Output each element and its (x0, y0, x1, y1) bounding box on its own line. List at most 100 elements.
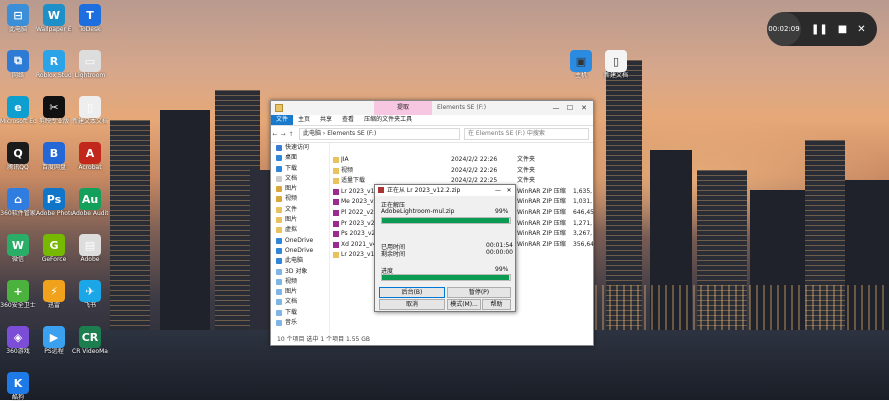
folder-icon (276, 155, 282, 162)
nav-item[interactable]: 视频 (271, 194, 329, 204)
pause-button[interactable]: 暂停(P) (447, 287, 511, 298)
dialog-title: 正在从 Lr 2023_v12.2.zip (387, 187, 461, 194)
folder-icon (276, 268, 282, 275)
search-input[interactable]: 在 Elements SE (F:) 中搜索 (464, 128, 589, 140)
desktop-icon[interactable]: RRoblox Studio (36, 50, 72, 79)
app-icon: ⊟ (7, 4, 29, 26)
desktop-icon[interactable]: ▭ Lightroom (72, 50, 108, 79)
desktop-icon-label: 飞书 (83, 302, 96, 309)
nav-item[interactable]: 视频 (271, 277, 329, 287)
status-bar: 10 个项目 选中 1 个项目 1.55 GB (277, 336, 371, 343)
app-icon: Q (7, 142, 29, 164)
nav-item[interactable]: 图片 (271, 184, 329, 194)
file-size: 1,031, (573, 198, 593, 206)
desktop-icon[interactable]: ⌂ 360软件管家 (0, 188, 36, 217)
ribbon-tab[interactable]: 文件 (271, 115, 294, 125)
desktop-icon[interactable]: ▤ Adobe (72, 234, 108, 263)
desktop-icon[interactable]: W 微信 (0, 234, 36, 263)
nav-item[interactable]: 音乐 (271, 318, 329, 328)
cancel-button[interactable]: 取消 (379, 299, 445, 310)
desktop-icon[interactable]: +360安全卫士 (0, 280, 36, 309)
folder-icon (276, 217, 282, 224)
desktop-icon[interactable]: ✈ 飞书 (72, 280, 108, 309)
nav-item[interactable]: 下载 (271, 308, 329, 318)
background-button[interactable]: 后台(B) (379, 287, 445, 298)
address-input[interactable]: 此电脑 › Elements SE (F:) (299, 128, 460, 140)
file-row[interactable]: JIA 2024/2/2 22:26 文件夹 (331, 155, 593, 166)
nav-item[interactable]: 此电脑 (271, 256, 329, 266)
nav-item[interactable]: 文档 (271, 174, 329, 184)
ribbon-tab[interactable]: 查看 (337, 115, 359, 125)
desktop-icon[interactable]: PsAdobe Photoshop (36, 188, 72, 217)
nav-item[interactable]: 文档 (271, 297, 329, 307)
back-arrow-icon[interactable]: ← (271, 131, 279, 138)
desktop-icon[interactable]: ◈ 360游戏 (0, 326, 36, 355)
maximize-button[interactable]: ☐ (563, 101, 577, 115)
nav-item[interactable]: 图片 (271, 287, 329, 297)
close-button[interactable]: ✕ (577, 101, 591, 115)
nav-item[interactable]: 虚拟 (271, 225, 329, 235)
remaining-value: 00:00:00 (486, 249, 513, 256)
ribbon-tab[interactable]: 共享 (315, 115, 337, 125)
nav-item[interactable]: 图片 (271, 215, 329, 225)
title-bar[interactable]: 提取 Elements SE (F:) — ☐ ✕ (271, 101, 593, 115)
nav-item[interactable]: 文件 (271, 205, 329, 215)
minimize-button[interactable]: — (493, 185, 503, 196)
nav-item[interactable]: 下载 (271, 164, 329, 174)
app-icon: W (7, 234, 29, 256)
desktop-icon[interactable]: ▶ PS远程 (36, 326, 72, 355)
minimize-button[interactable]: — (549, 101, 563, 115)
desktop-icon[interactable]: T ToDesk (72, 4, 108, 33)
file-type: 文件夹 (517, 166, 536, 174)
nav-item[interactable]: 桌面 (271, 153, 329, 163)
desktop-icon[interactable]: eMicrosoft Edge (0, 96, 36, 125)
nav-item[interactable]: OneDrive (271, 246, 329, 256)
desktop-icon[interactable]: G GeForce (36, 234, 72, 263)
nav-item-label: 此电脑 (285, 257, 304, 265)
city-lights (560, 285, 889, 335)
desktop-icon[interactable]: ▣ 主机 (563, 50, 599, 79)
nav-item-label: 文档 (285, 298, 298, 306)
address-bar-row: ← → ↑ 此电脑 › Elements SE (F:) 在 Elements … (271, 126, 593, 143)
up-arrow-icon[interactable]: ↑ (287, 131, 295, 138)
file-size: 356,64 (573, 240, 594, 248)
file-row[interactable]: 视频 2024/2/2 22:26 文件夹 (331, 166, 593, 177)
quick-access-toolbar-icon[interactable] (275, 104, 283, 112)
desktop-icon[interactable]: B 百度网盘 (36, 142, 72, 171)
mode-button[interactable]: 模式(M)... (447, 299, 481, 310)
dialog-title-bar[interactable]: 正在从 Lr 2023_v12.2.zip — ✕ (375, 185, 515, 196)
desktop-icon[interactable]: ✂ 剪映专业版 (36, 96, 72, 125)
desktop-icon[interactable]: ⊟ 此电脑 (0, 4, 36, 33)
app-icon: ▣ (570, 50, 592, 72)
help-button[interactable]: 帮助 (482, 299, 511, 310)
desktop-icon[interactable]: ▯ 新建文本文档 (72, 96, 108, 125)
desktop-icon-label: 新建文本文档 (72, 118, 108, 125)
desktop-icon[interactable]: A Acrobat (72, 142, 108, 171)
desktop-icon[interactable]: K 酷狗 (0, 372, 36, 401)
ribbon-tab[interactable]: 主页 (293, 115, 315, 125)
context-tab-extract[interactable]: 提取 (374, 101, 432, 115)
desktop-icon[interactable]: ▯ 新建文档 (598, 50, 634, 79)
app-icon: ▭ (79, 50, 101, 72)
desktop-icon[interactable]: Q 腾讯QQ (0, 142, 36, 171)
remaining-label: 剩余时间 (381, 251, 406, 258)
desktop-icon-label: PS远程 (44, 348, 64, 355)
desktop-icon[interactable]: ⚡ 迅雷 (36, 280, 72, 309)
nav-item-label: 图片 (285, 216, 298, 224)
ribbon-tab[interactable]: 压缩的文件夹工具 (359, 115, 417, 125)
nav-item[interactable]: OneDrive (271, 236, 329, 246)
pause-icon[interactable]: ❚❚ (811, 24, 828, 35)
close-button[interactable]: ✕ (504, 185, 514, 196)
app-icon: ⌂ (7, 188, 29, 210)
nav-item[interactable]: 快速访问 (271, 143, 329, 153)
desktop-icon[interactable]: AuAdobe Audition (72, 188, 108, 217)
app-icon: ▶ (43, 326, 65, 348)
stop-icon[interactable]: ■ (838, 24, 847, 35)
forward-arrow-icon[interactable]: → (279, 131, 287, 138)
desktop-icon[interactable]: ⧉ 网络 (0, 50, 36, 79)
desktop-icon[interactable]: WWallpaper Engine (36, 4, 72, 33)
close-icon[interactable]: ✕ (857, 24, 865, 35)
nav-item[interactable]: 3D 对象 (271, 267, 329, 277)
desktop-icon[interactable]: CR CR VideoMat (72, 326, 108, 355)
app-icon: ⚡ (43, 280, 65, 302)
